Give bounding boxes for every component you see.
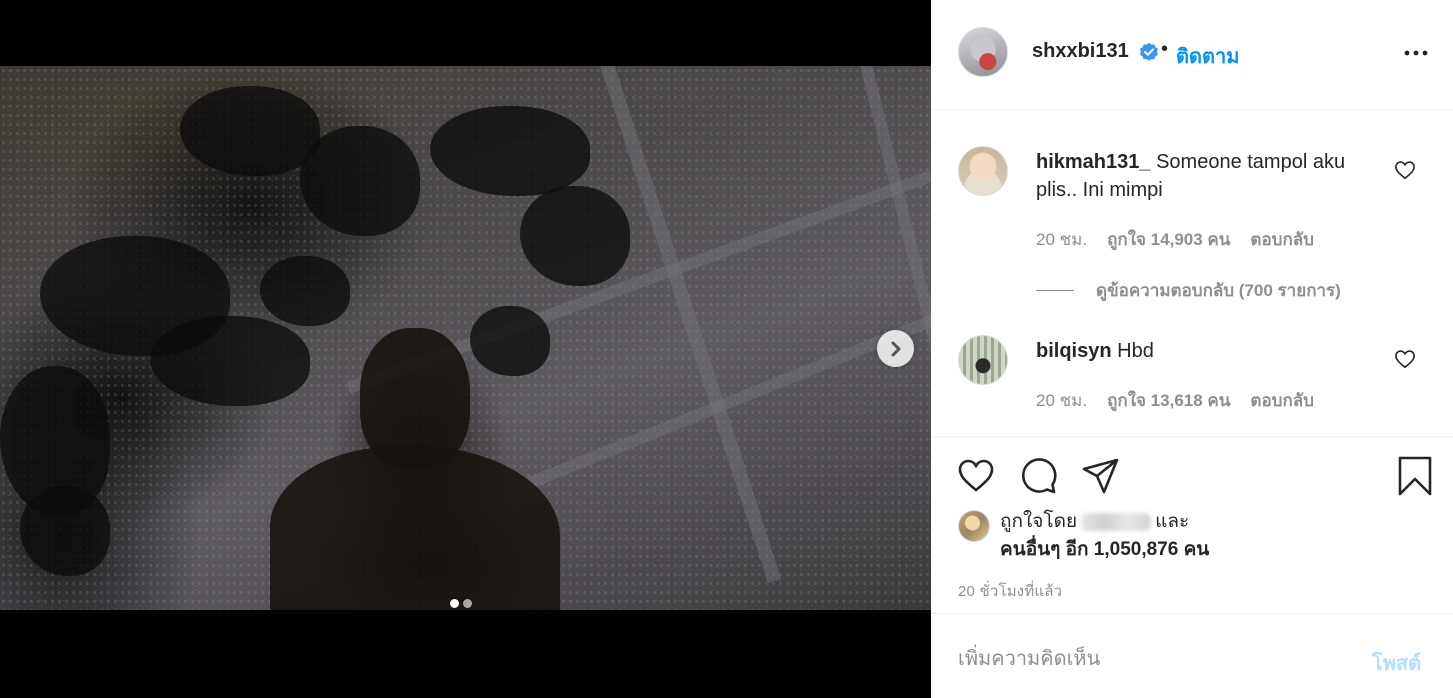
reply-button[interactable]: ตอบกลับ bbox=[1250, 226, 1314, 253]
comment-meta: 20 ชม. ถูกใจ 13,618 คน ตอบกลับ bbox=[1036, 387, 1314, 414]
comment-username[interactable]: bilqisyn bbox=[1036, 340, 1112, 362]
likes-prefix: ถูกใจโดย bbox=[1000, 511, 1078, 532]
comment-likes[interactable]: ถูกใจ 14,903 คน bbox=[1107, 226, 1230, 253]
heart-icon[interactable] bbox=[956, 456, 996, 496]
more-options-icon[interactable] bbox=[1403, 43, 1429, 63]
comment-text: bilqisyn Hbd bbox=[1036, 337, 1366, 365]
author-avatar[interactable] bbox=[958, 27, 1008, 77]
carousel-dot-active bbox=[450, 599, 459, 608]
comment-text: hikmah131_ Someone tampol aku plis.. Ini… bbox=[1036, 148, 1366, 204]
likes-count-link[interactable]: คนอื่นๆ อีก 1,050,876 คน bbox=[1000, 539, 1209, 560]
author-username[interactable]: shxxbi131 bbox=[1032, 40, 1129, 63]
carousel-indicator bbox=[450, 599, 472, 608]
liker-avatar[interactable] bbox=[958, 510, 990, 542]
comment-body: Hbd bbox=[1111, 340, 1154, 362]
view-replies-label: ดูข้อความตอบกลับ (700 รายการ) bbox=[1096, 281, 1341, 300]
comments-list: hikmah131_ Someone tampol aku plis.. Ini… bbox=[931, 111, 1453, 437]
commenter-avatar[interactable] bbox=[958, 146, 1008, 196]
header-separator: • bbox=[1161, 38, 1169, 60]
likes-suffix: และ bbox=[1155, 511, 1190, 532]
post-actions: ถูกใจโดย และ คนอื่นๆ อีก 1,050,876 คน 20 … bbox=[931, 438, 1453, 614]
comment-icon[interactable] bbox=[1019, 456, 1059, 496]
likes-summary: ถูกใจโดย และ คนอื่นๆ อีก 1,050,876 คน bbox=[958, 508, 1209, 564]
post-comment-button[interactable]: โพสต์ bbox=[1372, 647, 1421, 679]
follow-button[interactable]: ติดตาม bbox=[1176, 40, 1239, 72]
bookmark-icon[interactable] bbox=[1395, 456, 1435, 496]
view-replies-button[interactable]: ดูข้อความตอบกลับ (700 รายการ) bbox=[1036, 277, 1341, 304]
comment-username[interactable]: hikmah131_ bbox=[1036, 151, 1151, 173]
comment-like-icon[interactable] bbox=[1394, 349, 1416, 369]
post-media bbox=[0, 0, 931, 698]
liker-username-blurred bbox=[1081, 512, 1152, 531]
comment-likes[interactable]: ถูกใจ 13,618 คน bbox=[1107, 387, 1230, 414]
post-header: shxxbi131 • ติดตาม bbox=[931, 0, 1453, 110]
reply-button[interactable]: ตอบกลับ bbox=[1250, 387, 1314, 414]
carousel-next-button[interactable] bbox=[877, 330, 914, 367]
comment-time: 20 ชม. bbox=[1036, 391, 1088, 410]
send-icon[interactable] bbox=[1081, 456, 1121, 496]
comment-input[interactable] bbox=[958, 644, 1358, 674]
post-side-panel: shxxbi131 • ติดตาม hikmah131_ Someone ta… bbox=[931, 0, 1453, 698]
carousel-dot bbox=[463, 599, 472, 608]
comment-meta: 20 ชม. ถูกใจ 14,903 คน ตอบกลับ bbox=[1036, 226, 1314, 253]
comment-time: 20 ชม. bbox=[1036, 230, 1088, 249]
post-photo bbox=[0, 66, 931, 610]
verified-badge-icon bbox=[1140, 42, 1158, 61]
commenter-avatar[interactable] bbox=[958, 335, 1008, 385]
comment-like-icon[interactable] bbox=[1394, 160, 1416, 180]
chevron-right-icon bbox=[891, 341, 900, 356]
add-comment-section: โพสต์ bbox=[931, 614, 1453, 698]
post-timestamp[interactable]: 20 ชั่วโมงที่แล้ว bbox=[958, 579, 1062, 603]
